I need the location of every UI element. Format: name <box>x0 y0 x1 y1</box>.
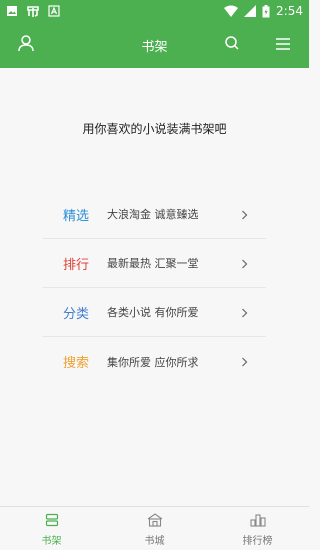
nav-label: 排行榜 <box>242 535 273 547</box>
nav-label: 书架 <box>41 535 62 547</box>
search-icon <box>224 35 240 55</box>
row-title: 分类 <box>63 306 90 322</box>
row-search[interactable]: 搜索 集你所爱 应你所求 <box>43 337 266 386</box>
row-desc: 大浪淘金 诚意臻选 <box>107 208 199 221</box>
empty-shelf-tagline: 用你喜欢的小说装满书架吧 <box>82 122 227 136</box>
page-title: 书架 <box>141 39 168 55</box>
feature-list: 精选 大浪淘金 诚意臻选 排行 最新最热 汇聚一堂 分类 各类小说 有你所爱 搜… <box>43 190 266 386</box>
status-bar: 2:54 <box>0 0 309 22</box>
nav-bookstore[interactable]: 书城 <box>103 507 206 550</box>
signal-icon <box>244 5 257 17</box>
chevron-right-icon <box>241 239 248 288</box>
row-title: 精选 <box>63 208 90 224</box>
row-desc: 最新最热 汇聚一堂 <box>107 257 199 270</box>
row-title: 搜索 <box>63 356 90 371</box>
status-right-icons: 2:54 <box>224 4 303 18</box>
row-desc: 各类小说 有你所爱 <box>107 306 199 319</box>
wifi-icon <box>224 5 239 17</box>
row-featured[interactable]: 精选 大浪淘金 诚意臻选 <box>43 190 266 239</box>
search-button[interactable] <box>214 22 250 68</box>
bottom-nav: 书架 书城 排行榜 <box>0 506 309 550</box>
battery-icon <box>262 4 270 18</box>
app-icon <box>26 4 40 18</box>
app-header: 书架 <box>0 22 309 68</box>
chevron-right-icon <box>241 288 248 337</box>
status-left-icons <box>6 4 60 18</box>
bookstore-icon <box>147 511 163 529</box>
row-desc: 集你所爱 应你所求 <box>107 355 199 369</box>
nav-label: 书城 <box>144 535 165 547</box>
chevron-right-icon <box>241 337 248 386</box>
row-ranking[interactable]: 排行 最新最热 汇聚一堂 <box>43 239 266 288</box>
menu-icon <box>275 36 291 55</box>
bookshelf-icon <box>45 511 59 529</box>
row-title: 排行 <box>63 257 90 273</box>
ranking-icon <box>249 511 266 529</box>
menu-button[interactable] <box>265 22 301 68</box>
nav-ranking[interactable]: 排行榜 <box>206 507 309 550</box>
chevron-right-icon <box>241 190 248 239</box>
row-category[interactable]: 分类 各类小说 有你所爱 <box>43 288 266 337</box>
nav-bookshelf[interactable]: 书架 <box>0 507 103 550</box>
image-icon <box>6 5 18 17</box>
main-content: 用你喜欢的小说装满书架吧 精选 大浪淘金 诚意臻选 排行 最新最热 汇聚一堂 分… <box>0 68 309 506</box>
status-time: 2:54 <box>276 4 303 18</box>
a-icon <box>48 5 60 17</box>
